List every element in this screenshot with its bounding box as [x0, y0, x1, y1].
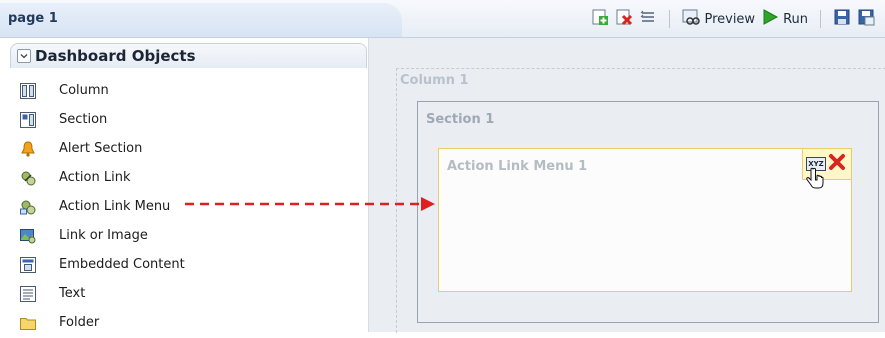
- dashboard-object-label: Folder: [59, 315, 100, 330]
- dashboard-object-column[interactable]: Column: [10, 77, 365, 106]
- dashboard-object-label: Embedded Content: [59, 257, 185, 272]
- dashboard-object-text[interactable]: Text: [10, 280, 365, 309]
- dashboard-object-embedded-content[interactable]: Embedded Content: [10, 251, 365, 280]
- toolbar-separator: [820, 10, 821, 28]
- dashboard-column[interactable]: Column 1 Section 1 Action Link Menu 1 XY…: [396, 68, 885, 333]
- dashboard-object-label: Column: [59, 83, 109, 98]
- text-icon: [20, 286, 36, 302]
- save-as-icon[interactable]: [857, 8, 875, 30]
- page-tab[interactable]: page 1: [0, 3, 402, 37]
- drag-arrow: [185, 197, 435, 211]
- section-icon: [20, 112, 36, 128]
- dashboard-object-alert-section[interactable]: Alert Section: [10, 135, 365, 164]
- dashboard-section[interactable]: Section 1 Action Link Menu 1 XYZ: [417, 101, 879, 323]
- toolbar-separator: [669, 10, 671, 28]
- dashboard-object-label: Action Link Menu: [59, 199, 171, 214]
- action-link-menu-object[interactable]: Action Link Menu 1 XYZ: [438, 148, 852, 292]
- preview-icon: [682, 8, 701, 30]
- dashboard-objects-panel: Dashboard Objects Column Section Alert S…: [0, 38, 369, 332]
- delete-page-icon[interactable]: [615, 8, 633, 30]
- preview-button[interactable]: Preview: [682, 8, 755, 30]
- action-link-menu-icon: [20, 199, 36, 215]
- save-icon[interactable]: [833, 8, 851, 30]
- dashboard-object-section[interactable]: Section: [10, 106, 365, 135]
- dashboard-design-canvas[interactable]: Column 1 Section 1 Action Link Menu 1 XY…: [369, 38, 885, 333]
- page-tab-title: page 1: [8, 11, 58, 26]
- top-bar: page 1 Preview Run: [0, 0, 885, 38]
- dashboard-object-folder[interactable]: Folder: [10, 309, 365, 338]
- column-icon: [20, 83, 36, 99]
- hand-cursor-icon: [803, 167, 827, 195]
- run-button[interactable]: Run: [761, 8, 808, 30]
- collapse-chevron-icon[interactable]: [17, 49, 31, 63]
- action-link-menu-label: Action Link Menu 1: [447, 159, 588, 174]
- link-image-icon: [20, 228, 36, 244]
- section-label: Section 1: [426, 112, 495, 127]
- add-page-icon[interactable]: [591, 8, 609, 30]
- dashboard-object-action-link[interactable]: Action Link: [10, 164, 365, 193]
- embedded-content-icon: [20, 257, 36, 273]
- column-label: Column 1: [400, 73, 469, 88]
- object-tools: XYZ: [802, 149, 851, 189]
- dashboard-object-label: Link or Image: [59, 228, 148, 243]
- bell-icon: [20, 141, 36, 157]
- dashboard-object-link-or-image[interactable]: Link or Image: [10, 222, 365, 251]
- page-options-icon[interactable]: [639, 8, 657, 30]
- dashboard-object-label: Text: [59, 286, 86, 301]
- dashboard-object-label: Section: [59, 112, 108, 127]
- dashboard-object-label: Alert Section: [59, 141, 143, 156]
- action-link-icon: [20, 170, 36, 186]
- delete-object-icon[interactable]: [828, 153, 846, 175]
- toolbar: Preview Run: [591, 8, 875, 30]
- dashboard-object-label: Action Link: [59, 170, 131, 185]
- run-label: Run: [783, 11, 808, 27]
- folder-icon: [20, 315, 36, 331]
- preview-label: Preview: [704, 11, 756, 27]
- dashboard-objects-header[interactable]: Dashboard Objects: [10, 43, 367, 68]
- run-icon: [761, 8, 779, 30]
- panel-title: Dashboard Objects: [35, 47, 196, 65]
